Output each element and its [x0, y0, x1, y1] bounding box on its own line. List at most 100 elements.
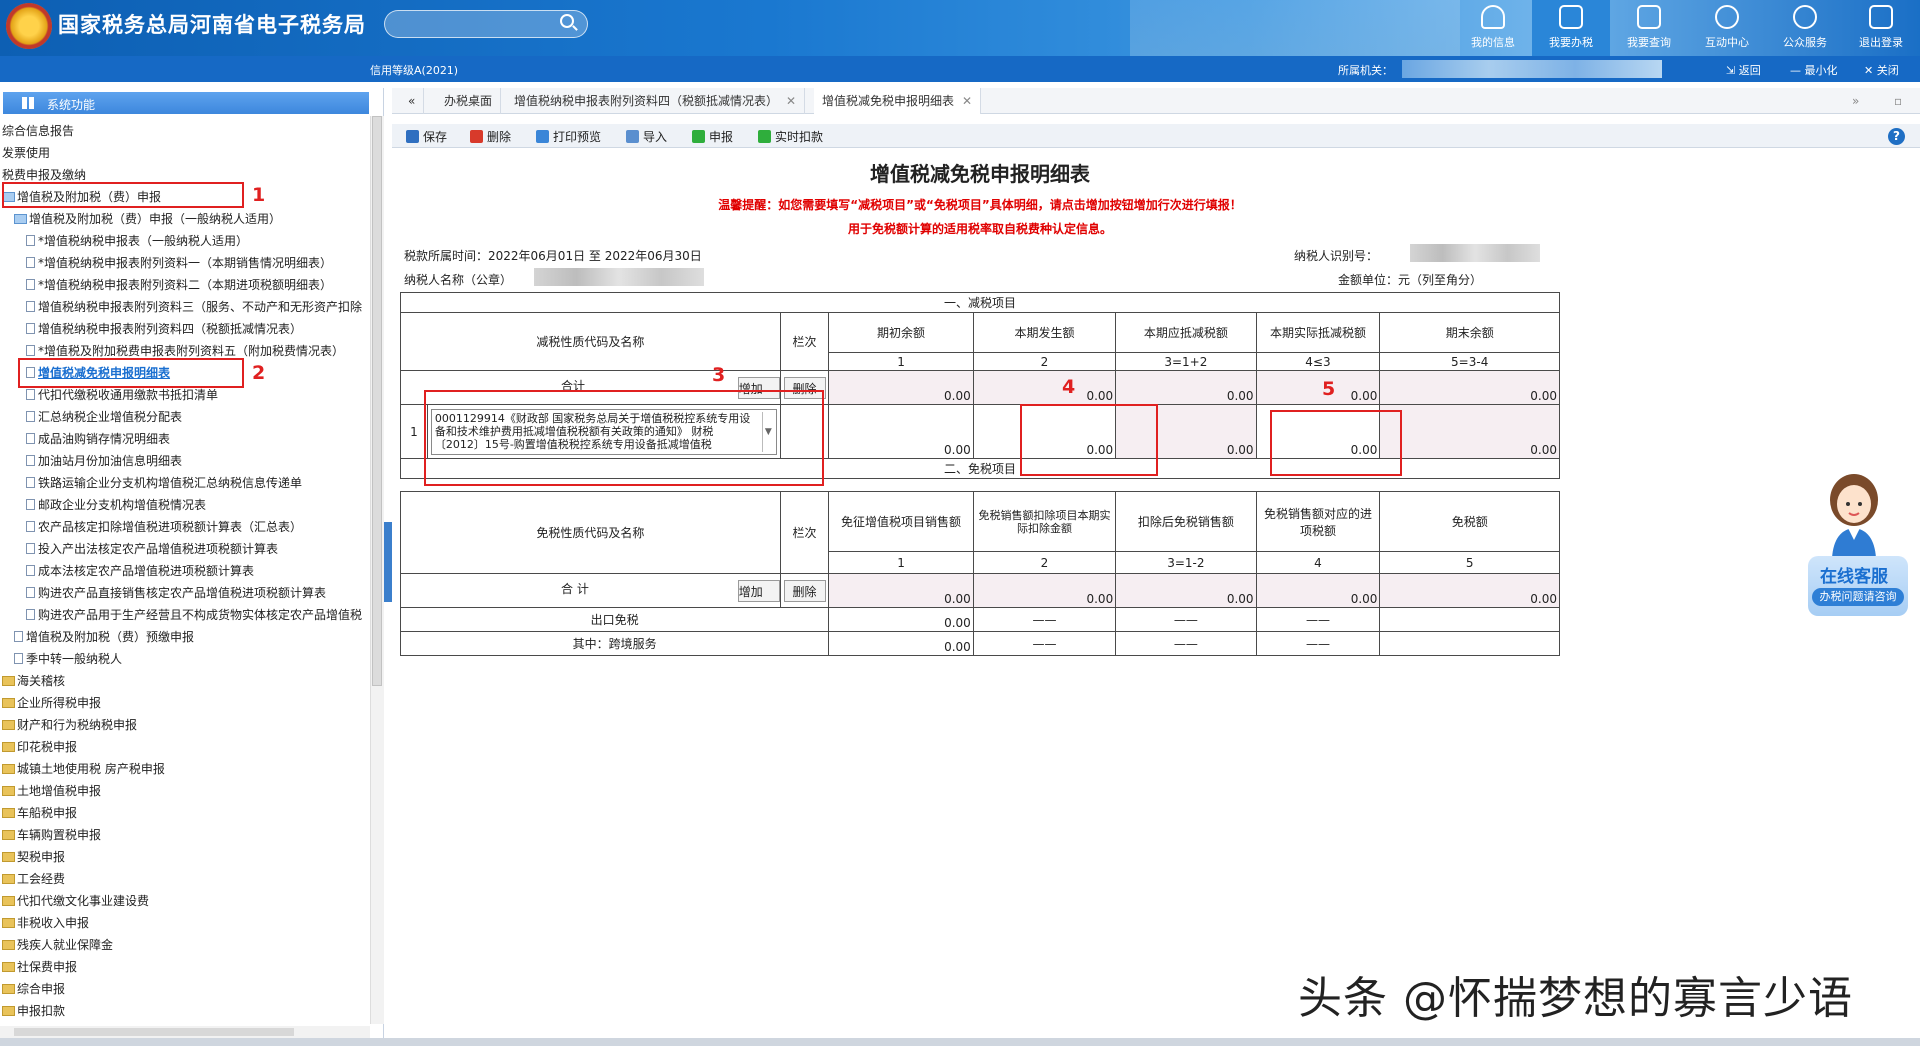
sidebar-item-label: *增值税纳税申报表附列资料一（本期销售情况明细表）	[38, 256, 333, 270]
nav-query[interactable]: 我要查询	[1610, 0, 1688, 56]
sidebar-item[interactable]: 车辆购置税申报	[2, 824, 101, 846]
sidebar-item[interactable]: 邮政企业分支机构增值税情况表	[26, 494, 206, 516]
taxpayer-name-redacted	[534, 268, 704, 286]
nav-public-service[interactable]: 公众服务	[1766, 0, 1844, 56]
sidebar-item-label: 税费申报及缴纳	[2, 168, 87, 182]
sidebar-item[interactable]: 土地增值税申报	[2, 780, 101, 802]
sidebar-hscroll-thumb[interactable]	[14, 1028, 294, 1036]
sidebar-item[interactable]: 购进农产品用于生产经营且不构成货物实体核定农产品增值税	[26, 604, 362, 626]
add-row-button[interactable]: 增加	[737, 579, 780, 602]
collapse-handle[interactable]	[384, 522, 392, 602]
sidebar-item[interactable]: 城镇土地使用税 房产税申报	[2, 758, 165, 780]
cs-title[interactable]: 在线客服	[1820, 562, 1888, 587]
toolbar	[392, 124, 1920, 148]
sidebar-header: 系统功能	[3, 92, 369, 114]
search-input[interactable]	[384, 10, 588, 38]
sidebar-item-label: 企业所得税申报	[17, 696, 102, 710]
tab-exemption-detail[interactable]: 增值税减免税申报明细表 ✕	[814, 88, 982, 114]
sidebar-item[interactable]: 成品油购销存情况明细表	[26, 428, 170, 450]
chat-icon	[1715, 5, 1739, 29]
sidebar-item[interactable]: 增值税及附加税（费）申报（一般纳税人适用）	[14, 208, 281, 230]
folder-icon	[2, 786, 15, 796]
realtime-deduct-button[interactable]: 实时扣款	[758, 128, 823, 146]
minimize-button[interactable]: — 最小化	[1790, 62, 1838, 78]
sidebar-item[interactable]: 投入产出法核定农产品增值税进项税额计算表	[26, 538, 278, 560]
logout-icon	[1869, 5, 1893, 29]
sidebar-item[interactable]: 综合信息报告	[2, 120, 74, 142]
sidebar-item[interactable]: *增值税纳税申报表（一般纳税人适用）	[26, 230, 248, 252]
tab-appendix-four[interactable]: 增值税纳税申报表附列资料四（税额抵减情况表） ✕	[506, 88, 806, 114]
col-header: 免征增值税项目销售额	[828, 491, 974, 552]
document-icon	[26, 565, 35, 576]
sidebar-item[interactable]: 财产和行为税纳税申报	[2, 714, 137, 736]
export-value[interactable]: 0.00	[828, 607, 974, 632]
sidebar-item[interactable]: 工会经费	[2, 868, 65, 890]
document-icon	[26, 411, 35, 422]
sidebar-item[interactable]: 汇总纳税企业增值税分配表	[26, 406, 182, 428]
sidebar-item[interactable]: 企业所得税申报	[2, 692, 101, 714]
declare-button[interactable]: 申报	[692, 128, 733, 146]
sidebar-item[interactable]: *增值税纳税申报表附列资料二（本期进项税额明细表）	[26, 274, 332, 296]
sidebar-item[interactable]: 海关稽核	[2, 670, 65, 692]
close-icon[interactable]: ✕	[786, 94, 796, 108]
total-cell: 0.00	[828, 573, 974, 608]
save-button[interactable]: 保存	[406, 128, 447, 146]
sidebar-item[interactable]: 残疾人就业保障金	[2, 934, 113, 956]
tab-desktop[interactable]: 办税桌面	[436, 88, 502, 114]
folder-icon	[2, 742, 15, 752]
sidebar-item[interactable]: 综合申报	[2, 978, 65, 1000]
sidebar-item-label: 汇总纳税企业增值税分配表	[38, 410, 183, 424]
cs-avatar[interactable]	[1818, 468, 1890, 558]
sidebar-item[interactable]: 农产品核定扣除增值税进项税额计算表（汇总表）	[26, 516, 302, 538]
help-icon[interactable]: ?	[1888, 128, 1905, 145]
cross-border-value[interactable]: 0.00	[828, 631, 974, 656]
back-button[interactable]: ⇲ 返回	[1726, 62, 1761, 78]
sidebar-item[interactable]: 增值税纳税申报表附列资料四（税额抵减情况表）	[26, 318, 302, 340]
delete-button[interactable]: 删除	[470, 128, 511, 146]
sidebar-item[interactable]: 申报扣款	[2, 1000, 65, 1022]
document-icon	[26, 279, 35, 290]
nav-interaction[interactable]: 互动中心	[1688, 0, 1766, 56]
sidebar-item[interactable]: 增值税及附加税（费）预缴申报	[14, 626, 194, 648]
col-index: 3=1-2	[1115, 551, 1257, 574]
sidebar-item[interactable]: 契税申报	[2, 846, 65, 868]
annotation-box-4	[1020, 404, 1158, 476]
tab-menu-icon[interactable]: ▫	[1894, 94, 1902, 108]
search-icon[interactable]	[560, 14, 574, 28]
sidebar-item[interactable]: 铁路运输企业分支机构增值税汇总纳税信息传递单	[26, 472, 302, 494]
sidebar-item[interactable]: 增值税纳税申报表附列资料三（服务、不动产和无形资产扣除	[26, 296, 362, 318]
sidebar-item[interactable]: 非税收入申报	[2, 912, 89, 934]
nav-tax-handling[interactable]: 我要办税	[1532, 0, 1610, 56]
sidebar-item[interactable]: 社保费申报	[2, 956, 77, 978]
sidebar-item-label: 残疾人就业保障金	[17, 938, 114, 952]
sidebar-item[interactable]: 发票使用	[2, 142, 50, 164]
col-header: 免税销售额对应的进项税额	[1255, 491, 1381, 552]
sidebar-item-label: 财产和行为税纳税申报	[17, 718, 138, 732]
close-icon[interactable]: ✕	[962, 94, 972, 108]
col-index: 4	[1255, 551, 1381, 574]
nav-logout[interactable]: 退出登录	[1842, 0, 1920, 56]
cs-subtitle[interactable]: 办税问题请咨询	[1812, 588, 1904, 606]
sidebar-item[interactable]: 车船税申报	[2, 802, 77, 824]
folder-icon	[2, 918, 15, 928]
sidebar-item[interactable]: 成本法核定农产品增值税进项税额计算表	[26, 560, 254, 582]
close-button[interactable]: ✕ 关闭	[1864, 62, 1899, 78]
section-reduction-title: 一、减税项目	[400, 292, 1560, 313]
delete-row-button[interactable]: 删除	[783, 579, 826, 602]
sidebar-item[interactable]: 季中转一般纳税人	[14, 648, 122, 670]
tab-scroll-right[interactable]: »	[1852, 94, 1859, 108]
input-cell[interactable]: 0.00	[828, 404, 974, 459]
import-button[interactable]: 导入	[626, 128, 667, 146]
sidebar-item-label: 加油站月份加油信息明细表	[38, 454, 183, 468]
sidebar-item[interactable]: 加油站月份加油信息明细表	[26, 450, 182, 472]
sidebar-item-label: 综合信息报告	[2, 124, 75, 138]
sidebar-item[interactable]: *增值税纳税申报表附列资料一（本期销售情况明细表）	[26, 252, 332, 274]
sidebar-item[interactable]: 购进农产品直接销售核定农产品增值税进项税额计算表	[26, 582, 326, 604]
sidebar-item[interactable]: 印花税申报	[2, 736, 77, 758]
tab-scroll-left[interactable]: «	[400, 88, 425, 114]
sidebar-scroll-thumb[interactable]	[372, 116, 382, 686]
sidebar-item[interactable]: 代扣代缴文化事业建设费	[2, 890, 149, 912]
nav-my-info[interactable]: 我的信息	[1454, 0, 1532, 56]
taxpayer-id-redacted	[1410, 244, 1540, 262]
print-preview-button[interactable]: 打印预览	[536, 128, 601, 146]
